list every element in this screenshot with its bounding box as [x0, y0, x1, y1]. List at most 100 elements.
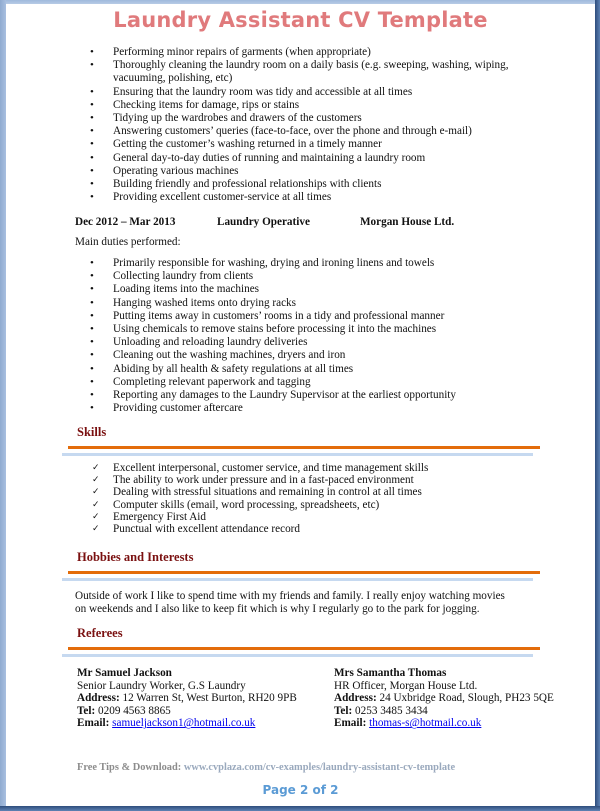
- list-item: • Loading items into the machines: [90, 283, 260, 296]
- referee-address: 12 Warren St, West Burton, RH20 9PB: [122, 692, 297, 705]
- document-title: Laundry Assistant CV Template: [113, 8, 488, 32]
- list-item: • Collecting laundry from clients: [90, 270, 254, 283]
- email-label: Email:: [334, 717, 367, 730]
- address-label: Address:: [77, 692, 120, 705]
- footer-tips-url[interactable]: www.cvplaza.com/cv-examples/laundry-assi…: [184, 762, 455, 773]
- list-item: • Checking items for damage, rips or stai…: [90, 98, 300, 111]
- hobbies-heading: Hobbies and Interests: [77, 550, 194, 564]
- checkmark-icon: ✓: [92, 487, 100, 498]
- list-item: • Tidying up the wardrobes and drawers of…: [90, 112, 362, 125]
- document-page: Laundry Assistant CV Template • Performin…: [6, 4, 595, 806]
- list-item: • Cleaning out the washing machines, drye…: [90, 349, 346, 362]
- bullet-icon: •: [90, 164, 94, 177]
- list-item: • Getting the customer’s washing returned…: [90, 138, 382, 151]
- list-item: • Completing relevant paperwork and taggi…: [90, 375, 311, 388]
- email-label: Email:: [77, 717, 110, 730]
- bullet-icon: •: [90, 283, 94, 296]
- list-item: • Reporting any damages to the Laundry Su…: [90, 389, 456, 402]
- bullet-icon: •: [90, 257, 94, 269]
- list-item: ✓ Punctual with excellent attendance reco…: [92, 523, 300, 536]
- bullet-icon: •: [90, 270, 94, 283]
- section-divider-blue: [62, 654, 533, 657]
- bullet-icon: •: [90, 349, 94, 362]
- referee-name: Mr Samuel Jackson: [77, 667, 172, 679]
- referee-position: Senior Laundry Worker, G.S Laundry: [77, 679, 246, 692]
- section-divider-blue: [62, 578, 533, 581]
- skills-heading: Skills: [77, 425, 107, 439]
- window-frame-right: [595, 0, 600, 811]
- list-item: • Building friendly and professional rela…: [90, 178, 382, 191]
- section-divider-orange: [68, 446, 540, 449]
- referee-email-link[interactable]: samueljackson1@hotmail.co.uk: [112, 717, 255, 729]
- referee-address: 24 Uxbridge Road, Slough, PH23 5QE: [379, 692, 554, 705]
- tel-label: Tel:: [77, 704, 96, 717]
- list-item: • Providing customer aftercare: [90, 402, 243, 415]
- referees-heading: Referees: [77, 626, 123, 640]
- footer-tips-label: Free Tips & Download:: [77, 762, 182, 773]
- bullet-icon: •: [90, 402, 94, 415]
- list-item: • Providing excellent customer-service at…: [90, 191, 332, 204]
- bullet-icon: •: [90, 138, 94, 151]
- list-item: • Hanging washed items onto drying racks: [90, 296, 297, 309]
- bullet-icon: •: [90, 309, 94, 322]
- bullet-icon: •: [90, 85, 94, 98]
- bullet-icon: •: [90, 46, 94, 58]
- job-company: Morgan House Ltd.: [360, 216, 455, 228]
- list-item: ✓ Computer skills (email, word processing…: [92, 498, 380, 511]
- list-item: • Operating various machines: [90, 164, 239, 177]
- bullet-icon: •: [90, 296, 94, 309]
- list-item: ✓ Emergency First Aid: [92, 510, 207, 523]
- address-label: Address:: [334, 692, 377, 705]
- list-item: ✓ Excellent interpersonal, customer servi…: [92, 462, 429, 474]
- list-item: • Answering customers’ queries (face-to-f…: [90, 125, 472, 138]
- list-item: • Using chemicals to remove stains before…: [90, 323, 437, 336]
- referee-card: Mr Samuel Jackson Senior Laundry Worker,…: [77, 667, 297, 730]
- bullet-icon: •: [90, 151, 94, 164]
- job-dates: Dec 2012 – Mar 2013: [75, 216, 176, 228]
- section-divider-blue: [62, 453, 533, 456]
- referee-tel: 0253 3485 3434: [355, 704, 428, 717]
- checkmark-icon: ✓: [92, 475, 100, 486]
- section-divider-orange: [68, 571, 540, 574]
- list-item: • Putting items away in customers’ rooms …: [90, 309, 445, 322]
- footer-tips: Free Tips & Download: www.cvplaza.com/cv…: [77, 762, 455, 773]
- tel-label: Tel:: [334, 704, 353, 717]
- window-frame-bottom: [0, 806, 600, 811]
- bullet-icon: •: [90, 375, 94, 388]
- list-item: • General day-to-day duties of running an…: [90, 151, 426, 164]
- bullet-icon: •: [90, 178, 94, 191]
- bullet-icon: •: [90, 323, 94, 336]
- bullet-icon: •: [90, 191, 94, 204]
- list-item: • Ensuring that the laundry room was tidy…: [90, 85, 413, 98]
- bullet-icon: •: [90, 125, 94, 138]
- list-item: ✓ The ability to work under pressure and …: [92, 474, 414, 487]
- job-duties-list: • Primarily responsible for washing, dryi…: [86, 257, 526, 415]
- list-item: • Thoroughly cleaning the laundry room on…: [90, 59, 509, 85]
- list-item: • Abiding by all health & safety regulati…: [90, 362, 354, 375]
- checkmark-icon: ✓: [92, 499, 100, 510]
- checkmark-icon: ✓: [92, 463, 100, 473]
- job-role: Laundry Operative: [217, 216, 310, 228]
- referee-position: HR Officer, Morgan House Ltd.: [334, 679, 478, 692]
- bullet-icon: •: [90, 336, 94, 349]
- referee-email-link[interactable]: thomas-s@hotmail.co.uk: [369, 717, 481, 729]
- referee-card: Mrs Samantha Thomas HR Officer, Morgan H…: [334, 667, 554, 730]
- list-item: • Primarily responsible for washing, dryi…: [90, 257, 435, 269]
- bullet-icon: •: [90, 59, 94, 72]
- skills-list: ✓ Excellent interpersonal, customer servi…: [92, 462, 532, 535]
- bullet-icon: •: [90, 389, 94, 402]
- checkmark-icon: ✓: [92, 524, 100, 535]
- bullet-icon: •: [90, 98, 94, 111]
- list-item: • Unloading and reloading laundry deliver…: [90, 336, 308, 349]
- checkmark-icon: ✓: [92, 511, 100, 522]
- page-indicator: Page 2 of 2: [262, 783, 339, 797]
- section-divider-orange: [68, 647, 540, 650]
- previous-duties-list: • Performing minor repairs of garments (w…: [86, 46, 526, 204]
- bullet-icon: •: [90, 362, 94, 375]
- duties-intro: Main duties performed:: [75, 236, 181, 248]
- referee-name: Mrs Samantha Thomas: [334, 667, 447, 679]
- referee-tel: 0209 4563 8865: [98, 704, 171, 717]
- bullet-icon: •: [90, 112, 94, 125]
- hobbies-text: Outside of work I like to spend time wit…: [75, 590, 505, 615]
- list-item: • Performing minor repairs of garments (w…: [90, 46, 371, 58]
